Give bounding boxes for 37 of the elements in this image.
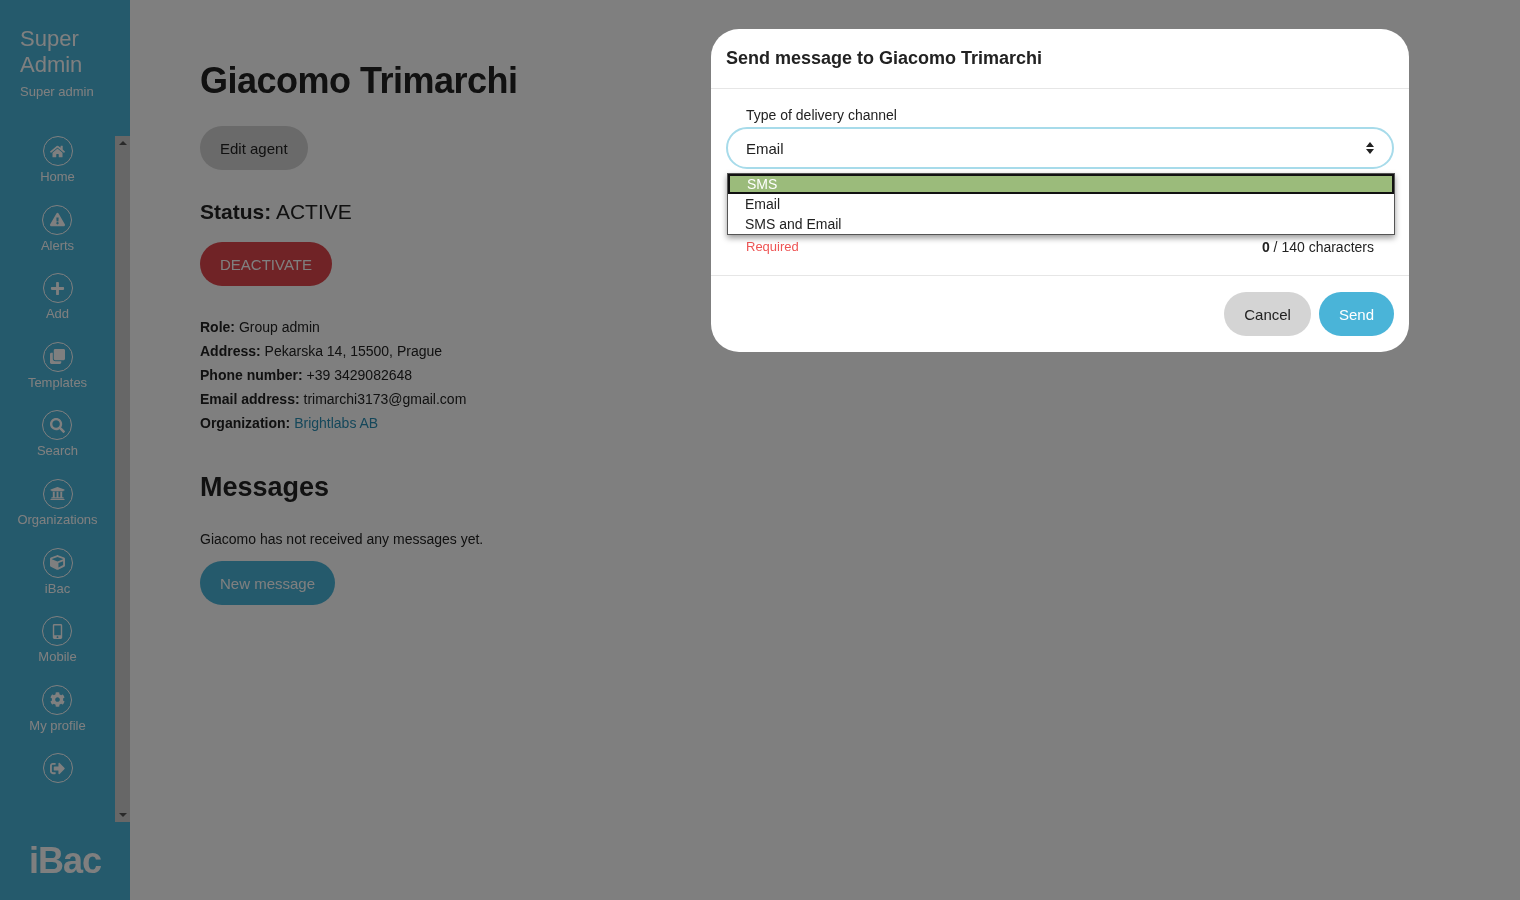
logo: iBac: [27, 839, 102, 883]
nav-item[interactable]: Mobile: [38, 616, 77, 685]
nav-item[interactable]: Search: [36, 410, 79, 479]
cancel-button[interactable]: Cancel: [1224, 292, 1311, 336]
send-button[interactable]: Send: [1318, 292, 1394, 336]
dropdown-option[interactable]: SMS and Email: [728, 214, 1394, 234]
field-label: Type of delivery channel: [745, 107, 898, 123]
nav-item[interactable]: Organizations: [17, 478, 98, 548]
nav-item[interactable]: iBac: [42, 547, 73, 617]
dropdown-option[interactable]: Email: [728, 194, 1394, 214]
agent-name: Giacomo Trimarchi: [200, 59, 518, 103]
detail-line: Email address: trimarchi3173@gmail.com: [200, 390, 467, 408]
nav-item[interactable]: Add: [42, 273, 73, 342]
detail-line: Organization: Brightlabs AB: [200, 414, 380, 432]
edit-agent-button[interactable]: Edit agent: [200, 126, 308, 170]
status-text: Status: ACTIVE: [200, 200, 352, 224]
nav-item[interactable]: Alerts: [40, 204, 75, 274]
sort-caret-icon: [1366, 142, 1374, 154]
brand-subtitle: Super admin: [20, 84, 95, 99]
organization-link[interactable]: Brightlabs AB: [294, 415, 379, 431]
channel-select[interactable]: Email: [726, 127, 1394, 169]
brand-title: Super Admin: [20, 26, 84, 78]
nav-item[interactable]: My profile: [29, 684, 86, 754]
messages-heading: Messages: [200, 472, 330, 503]
scrollbar[interactable]: [115, 136, 130, 822]
detail-line: Role: Group admin: [200, 318, 321, 336]
detail-line: Phone number: +39 3429082648: [200, 366, 414, 384]
nav-item[interactable]: Home: [40, 136, 75, 205]
error-text: Required: [746, 239, 799, 255]
deactivate-button[interactable]: DEACTIVATE: [200, 242, 332, 286]
detail-line: Address: Pekarska 14, 15500, Prague: [200, 342, 444, 360]
dropdown-option[interactable]: SMS: [728, 174, 1394, 194]
empty-message: Giacomo has not received any messages yet.: [200, 531, 484, 547]
character-counter: 0 / 140 characters: [1261, 239, 1374, 255]
nav-item[interactable]: Templates: [27, 341, 88, 411]
new-message-button[interactable]: New message: [200, 561, 336, 605]
modal-title: Send message to Giacomo Trimarchi: [711, 29, 1409, 89]
